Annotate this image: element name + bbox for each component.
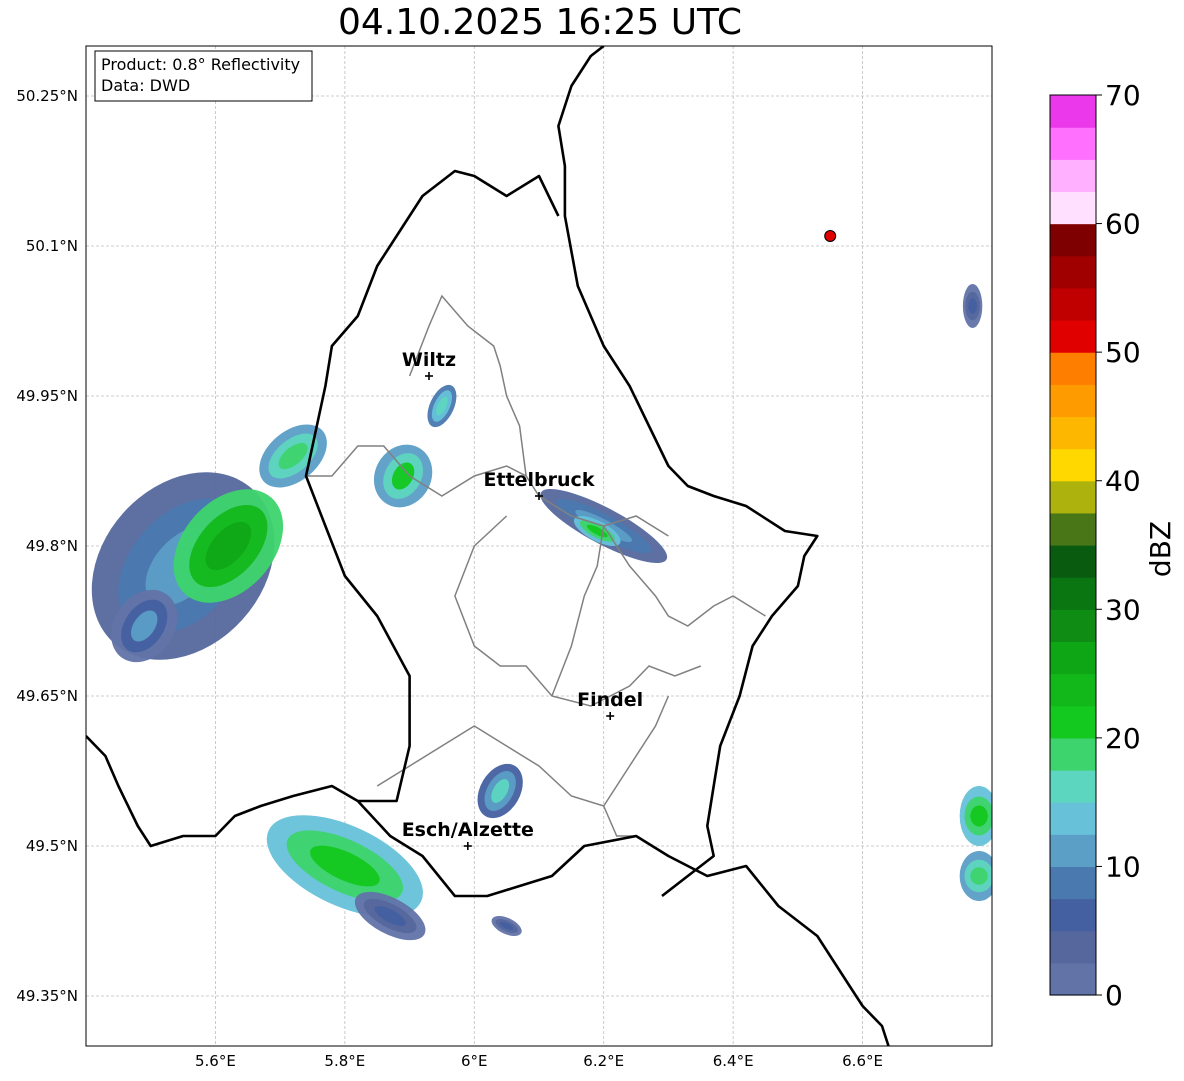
colorbar-tick-label: 20 bbox=[1105, 722, 1141, 755]
city-label: Wiltz bbox=[402, 349, 456, 371]
colorbar-segment bbox=[1050, 609, 1096, 643]
colorbar-segment bbox=[1050, 545, 1096, 578]
colorbar-segment bbox=[1050, 705, 1096, 739]
canton-border bbox=[408, 294, 527, 477]
city-findel: Findel bbox=[577, 689, 643, 720]
lon-tick-label: 5.8°E bbox=[324, 1052, 365, 1070]
colorbar-segment bbox=[1050, 127, 1096, 160]
colorbar-tick-label: 30 bbox=[1105, 593, 1141, 626]
colorbar-tick-label: 50 bbox=[1105, 336, 1141, 369]
colorbar-segment bbox=[1050, 866, 1096, 900]
city-label: Esch/Alzette bbox=[402, 819, 534, 841]
colorbar-segment bbox=[1050, 930, 1096, 964]
colorbar-segment bbox=[1050, 287, 1096, 321]
info-box: Product: 0.8° Reflectivity Data: DWD bbox=[94, 50, 313, 102]
colorbar-tick-label: 0 bbox=[1105, 979, 1123, 1012]
colorbar-segment bbox=[1050, 898, 1096, 932]
radar-echo bbox=[427, 384, 457, 428]
lat-tick-label: 49.8°N bbox=[26, 537, 78, 555]
colorbar-segment bbox=[1050, 384, 1096, 418]
colorbar-segment bbox=[1050, 834, 1096, 868]
colorbar-segment bbox=[1050, 255, 1096, 289]
radar-echo bbox=[259, 424, 327, 488]
canton-border bbox=[551, 525, 605, 697]
radar-map: Wiltz Ettelbruck Findel Esch/Alzette 50.25°… bbox=[16, 45, 1177, 1070]
canton-border bbox=[306, 445, 669, 537]
colorbar-segment bbox=[1050, 448, 1096, 482]
location-marker bbox=[824, 230, 837, 242]
colorbar-tick-label: 60 bbox=[1105, 208, 1141, 241]
colorbar-segment bbox=[1050, 802, 1096, 835]
colorbar-segment bbox=[1050, 95, 1096, 128]
info-data-source: Data: DWD bbox=[101, 76, 190, 95]
lat-tick-label: 49.65°N bbox=[16, 687, 78, 705]
lon-tick-label: 6.4°E bbox=[713, 1052, 754, 1070]
colorbar-segment bbox=[1050, 641, 1096, 675]
info-product: Product: 0.8° Reflectivity bbox=[101, 55, 300, 74]
lon-tick-label: 6.2°E bbox=[583, 1052, 624, 1070]
lat-tick-label: 49.5°N bbox=[26, 837, 78, 855]
canton-border bbox=[376, 695, 670, 807]
colorbar-segment bbox=[1050, 673, 1096, 707]
colorbar-segment bbox=[1050, 577, 1096, 610]
colorbar-tick-label: 70 bbox=[1105, 79, 1141, 112]
colorbar-segment bbox=[1050, 159, 1096, 193]
colorbar-segment bbox=[1050, 962, 1096, 996]
canton-border bbox=[454, 515, 702, 707]
colorbar-segment bbox=[1050, 416, 1096, 450]
lon-tick-label: 5.6°E bbox=[195, 1052, 236, 1070]
city-label: Ettelbruck bbox=[484, 469, 595, 491]
colorbar-segment bbox=[1050, 191, 1096, 225]
radar-echo bbox=[959, 786, 992, 846]
colorbar-tick-label: 40 bbox=[1105, 465, 1141, 498]
colorbar-segment bbox=[1050, 352, 1096, 385]
lat-tick-label: 50.25°N bbox=[16, 87, 78, 105]
colorbar-segment bbox=[1050, 223, 1096, 257]
colorbar-segment bbox=[1050, 512, 1096, 546]
lon-tick-label: 6°E bbox=[461, 1052, 488, 1070]
radar-echo bbox=[962, 284, 983, 328]
radar-echo bbox=[959, 851, 992, 901]
city-label: Findel bbox=[577, 689, 643, 711]
colorbar-segment bbox=[1050, 480, 1096, 514]
lon-tick-label: 6.6°E bbox=[842, 1052, 883, 1070]
radar-echoes bbox=[91, 284, 992, 941]
radar-echo bbox=[477, 763, 523, 819]
colorbar-tick-label: 10 bbox=[1105, 850, 1141, 883]
colorbar-segment bbox=[1050, 737, 1096, 771]
colorbar-segment bbox=[1050, 770, 1096, 803]
lat-tick-label: 50.1°N bbox=[26, 237, 78, 255]
colorbar-label: dBZ bbox=[1144, 521, 1177, 577]
colorbar: 0 10 20 30 40 50 60 70 bbox=[1049, 79, 1141, 1012]
city-esch-alzette: Esch/Alzette bbox=[402, 819, 534, 850]
country-border bbox=[557, 46, 819, 898]
lat-tick-label: 49.35°N bbox=[16, 987, 78, 1005]
radar-echo bbox=[491, 916, 522, 936]
lat-tick-label: 49.95°N bbox=[16, 387, 78, 405]
colorbar-segment bbox=[1050, 320, 1096, 353]
canton-border bbox=[603, 805, 637, 837]
